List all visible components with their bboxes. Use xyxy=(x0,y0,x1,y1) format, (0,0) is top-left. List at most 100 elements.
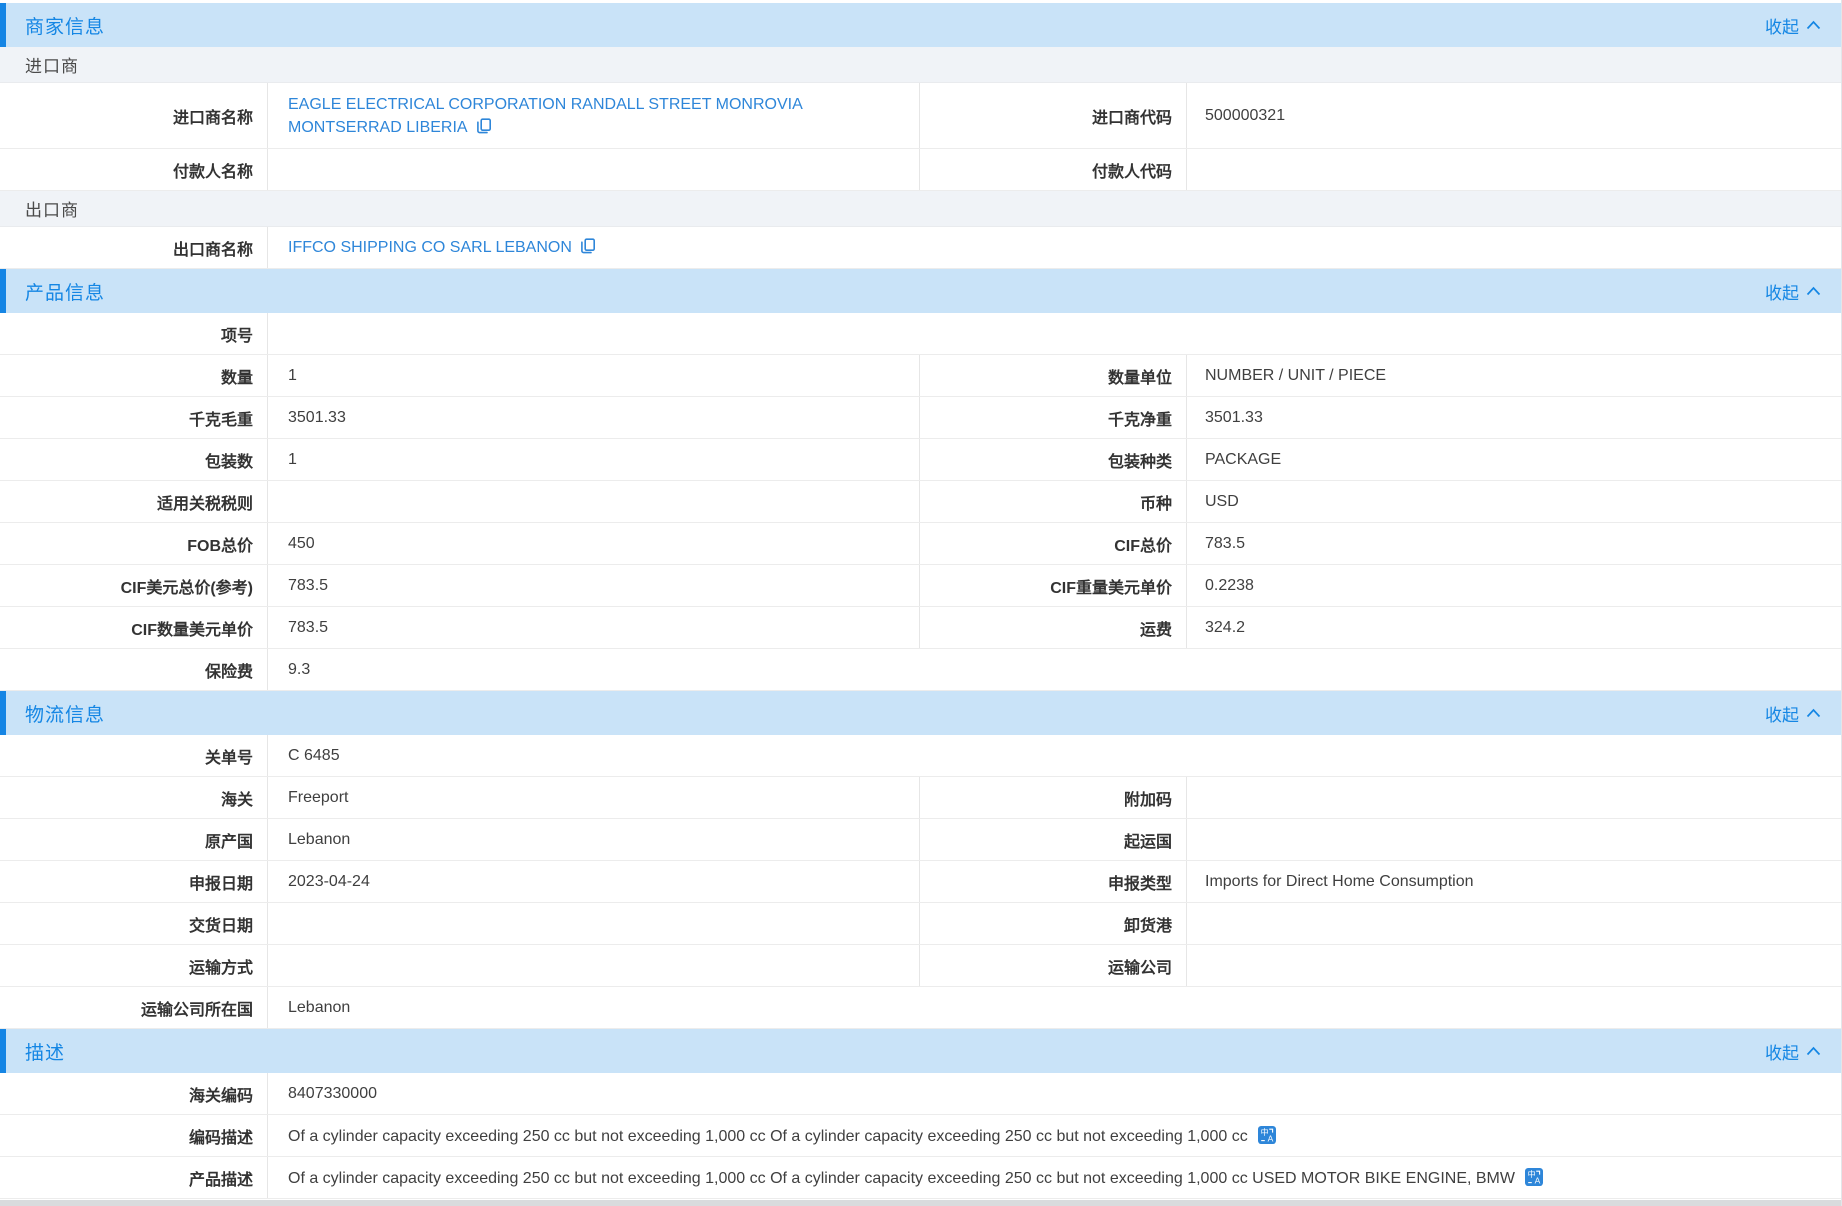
collapse-label: 收起 xyxy=(1765,701,1799,726)
group-header-importer: 进口商 xyxy=(0,47,1841,83)
field-value xyxy=(268,903,920,944)
chevron-up-icon xyxy=(1806,708,1821,718)
product-description-text: Of a cylinder capacity exceeding 250 cc … xyxy=(288,1170,1515,1187)
translate-icon[interactable]: 中A xyxy=(1258,1126,1276,1144)
table-row-item-no: 项号 xyxy=(0,313,1841,355)
table-row-fob-total: FOB总价 450 CIF总价 783.5 xyxy=(0,523,1841,565)
svg-text:A: A xyxy=(1267,1133,1273,1143)
field-value xyxy=(268,313,1841,354)
table-row-product-description: 产品描述 Of a cylinder capacity exceeding 25… xyxy=(0,1157,1841,1199)
table-row-insurance: 保险费 9.3 xyxy=(0,649,1841,691)
field-label: 海关编码 xyxy=(0,1073,268,1114)
svg-text:A: A xyxy=(1535,1175,1541,1185)
field-value: NUMBER / UNIT / PIECE xyxy=(1187,355,1841,396)
section-header-merchant: 商家信息 收起 xyxy=(0,3,1841,47)
group-header-exporter: 出口商 xyxy=(0,191,1841,227)
field-value-cell: Of a cylinder capacity exceeding 250 cc … xyxy=(268,1115,1841,1156)
field-value: 783.5 xyxy=(268,607,920,648)
section-title-description: 描述 xyxy=(25,1038,65,1065)
field-label: 出口商名称 xyxy=(0,227,268,268)
section-accent-bar xyxy=(0,269,6,313)
field-label: 进口商名称 xyxy=(0,83,268,148)
field-value-cell: EAGLE ELECTRICAL CORPORATION RANDALL STR… xyxy=(268,83,920,148)
field-label: 起运国 xyxy=(920,819,1187,860)
field-value-cell: Of a cylinder capacity exceeding 250 cc … xyxy=(268,1157,1841,1198)
chevron-up-icon xyxy=(1806,286,1821,296)
field-value-cell: IFFCO SHIPPING CO SARL LEBANON xyxy=(268,227,1841,268)
field-label: 付款人名称 xyxy=(0,149,268,190)
chevron-up-icon xyxy=(1806,20,1821,30)
importer-name-link[interactable]: EAGLE ELECTRICAL CORPORATION RANDALL STR… xyxy=(288,96,802,136)
field-value: 783.5 xyxy=(1187,523,1841,564)
field-value: 0.2238 xyxy=(1187,565,1841,606)
field-label: 运输公司 xyxy=(920,945,1187,986)
field-label: 运输方式 xyxy=(0,945,268,986)
collapse-button-merchant[interactable]: 收起 xyxy=(1765,13,1821,38)
field-value xyxy=(268,149,920,190)
table-row-declaration-date: 申报日期 2023-04-24 申报类型 Imports for Direct … xyxy=(0,861,1841,903)
table-row-exporter-name: 出口商名称 IFFCO SHIPPING CO SARL LEBANON xyxy=(0,227,1841,269)
section-header-logistics: 物流信息 收起 xyxy=(0,691,1841,735)
field-value: 8407330000 xyxy=(268,1073,1841,1114)
field-label: 编码描述 xyxy=(0,1115,268,1156)
table-row-importer-name: 进口商名称 EAGLE ELECTRICAL CORPORATION RANDA… xyxy=(0,83,1841,149)
trade-record-detail-page: 商家信息 收起 进口商 进口商名称 EAGLE ELECTRICAL CORPO… xyxy=(0,0,1842,1206)
exporter-name-link[interactable]: IFFCO SHIPPING CO SARL LEBANON xyxy=(288,239,572,256)
table-row-gross-weight: 千克毛重 3501.33 千克净重 3501.33 xyxy=(0,397,1841,439)
field-value: Lebanon xyxy=(268,819,920,860)
copy-icon[interactable] xyxy=(580,238,596,254)
field-label: 申报日期 xyxy=(0,861,268,902)
section-accent-bar xyxy=(0,691,6,735)
section-accent-bar xyxy=(0,3,6,47)
collapse-button-logistics[interactable]: 收起 xyxy=(1765,701,1821,726)
chevron-up-icon xyxy=(1806,1046,1821,1056)
field-label: 数量 xyxy=(0,355,268,396)
field-label: CIF总价 xyxy=(920,523,1187,564)
field-value xyxy=(1187,903,1841,944)
field-label: 适用关税税则 xyxy=(0,481,268,522)
field-label: 包装数 xyxy=(0,439,268,480)
table-row-quantity: 数量 1 数量单位 NUMBER / UNIT / PIECE xyxy=(0,355,1841,397)
field-label: 包装种类 xyxy=(920,439,1187,480)
field-value xyxy=(1187,945,1841,986)
field-value xyxy=(268,481,920,522)
table-row-payer-name: 付款人名称 付款人代码 xyxy=(0,149,1841,191)
table-row-delivery-date: 交货日期 卸货港 xyxy=(0,903,1841,945)
field-value xyxy=(1187,149,1841,190)
table-row-transport-company-country: 运输公司所在国 Lebanon xyxy=(0,987,1841,1029)
collapse-label: 收起 xyxy=(1765,13,1799,38)
field-label: 关单号 xyxy=(0,735,268,776)
field-value: 9.3 xyxy=(268,649,1841,690)
field-value: 1 xyxy=(268,355,920,396)
field-value: 783.5 xyxy=(268,565,920,606)
translate-icon[interactable]: 中A xyxy=(1525,1168,1543,1186)
table-row-customs-doc-no: 关单号 C 6485 xyxy=(0,735,1841,777)
table-row-customs-office: 海关 Freeport 附加码 xyxy=(0,777,1841,819)
field-value: 3501.33 xyxy=(268,397,920,438)
collapse-label: 收起 xyxy=(1765,1039,1799,1064)
field-label: 原产国 xyxy=(0,819,268,860)
field-value: 2023-04-24 xyxy=(268,861,920,902)
field-label: 项号 xyxy=(0,313,268,354)
field-label: 运费 xyxy=(920,607,1187,648)
field-value: 3501.33 xyxy=(1187,397,1841,438)
field-value: Freeport xyxy=(268,777,920,818)
field-value: C 6485 xyxy=(268,735,1841,776)
field-label: 保险费 xyxy=(0,649,268,690)
collapse-button-description[interactable]: 收起 xyxy=(1765,1039,1821,1064)
field-value: 500000321 xyxy=(1187,83,1841,148)
field-value: Lebanon xyxy=(268,987,1841,1028)
field-label: 运输公司所在国 xyxy=(0,987,268,1028)
field-value xyxy=(268,945,920,986)
table-row-transport-mode: 运输方式 运输公司 xyxy=(0,945,1841,987)
field-label: 付款人代码 xyxy=(920,149,1187,190)
table-row-cif-usd-total: CIF美元总价(参考) 783.5 CIF重量美元单价 0.2238 xyxy=(0,565,1841,607)
field-value: 1 xyxy=(268,439,920,480)
field-label: 千克毛重 xyxy=(0,397,268,438)
field-label: 产品描述 xyxy=(0,1157,268,1198)
copy-icon[interactable] xyxy=(476,118,492,134)
field-value: PACKAGE xyxy=(1187,439,1841,480)
field-label: 附加码 xyxy=(920,777,1187,818)
collapse-button-product[interactable]: 收起 xyxy=(1765,279,1821,304)
section-title-merchant: 商家信息 xyxy=(25,12,105,39)
